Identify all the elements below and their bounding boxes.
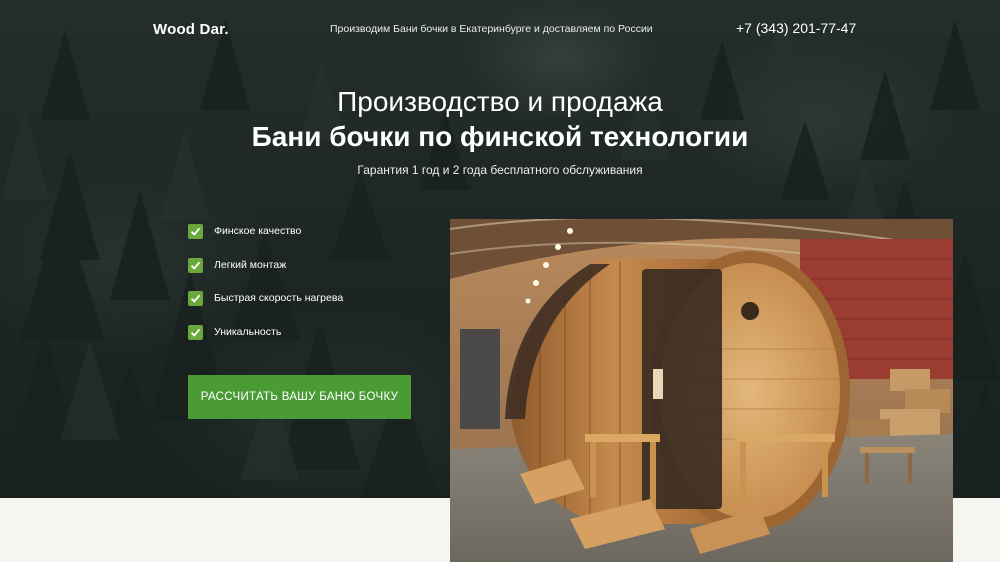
check-icon [188,324,203,340]
feature-label: Уникальность [214,325,282,338]
feature-label: Быстрая скорость нагрева [214,292,344,304]
calculate-sauna-button[interactable]: РАССЧИТАТЬ ВАШУ БАНЮ БОЧКУ [188,375,411,419]
hero-title-line2: Бани бочки по финской технологии [251,121,749,152]
check-icon [188,291,203,306]
header-tagline: Производим Бани бочки в Екатеринбурге и … [330,23,653,35]
hero-title-line1: Производство и продажа [337,86,663,117]
check-icon [188,257,203,273]
feature-item: Легкий монтаж [188,257,343,292]
check-icon [188,224,203,239]
hero-subtitle: Гарантия 1 год и 2 года бесплатного обсл… [357,163,643,177]
feature-label: Легкий монтаж [214,258,287,271]
header-phone[interactable]: +7 (343) 201-77-47 [736,20,856,36]
feature-list: Финское качество Легкий монтаж Быстрая с… [188,224,343,358]
site-logo[interactable]: Wood Dar. [153,21,229,38]
feature-item: Финское качество [188,224,343,258]
feature-item: Уникальность [188,324,343,359]
feature-label: Финское качество [214,225,302,237]
feature-item: Быстрая скорость нагрева [188,291,343,325]
barrel-sauna-photo [450,219,953,562]
